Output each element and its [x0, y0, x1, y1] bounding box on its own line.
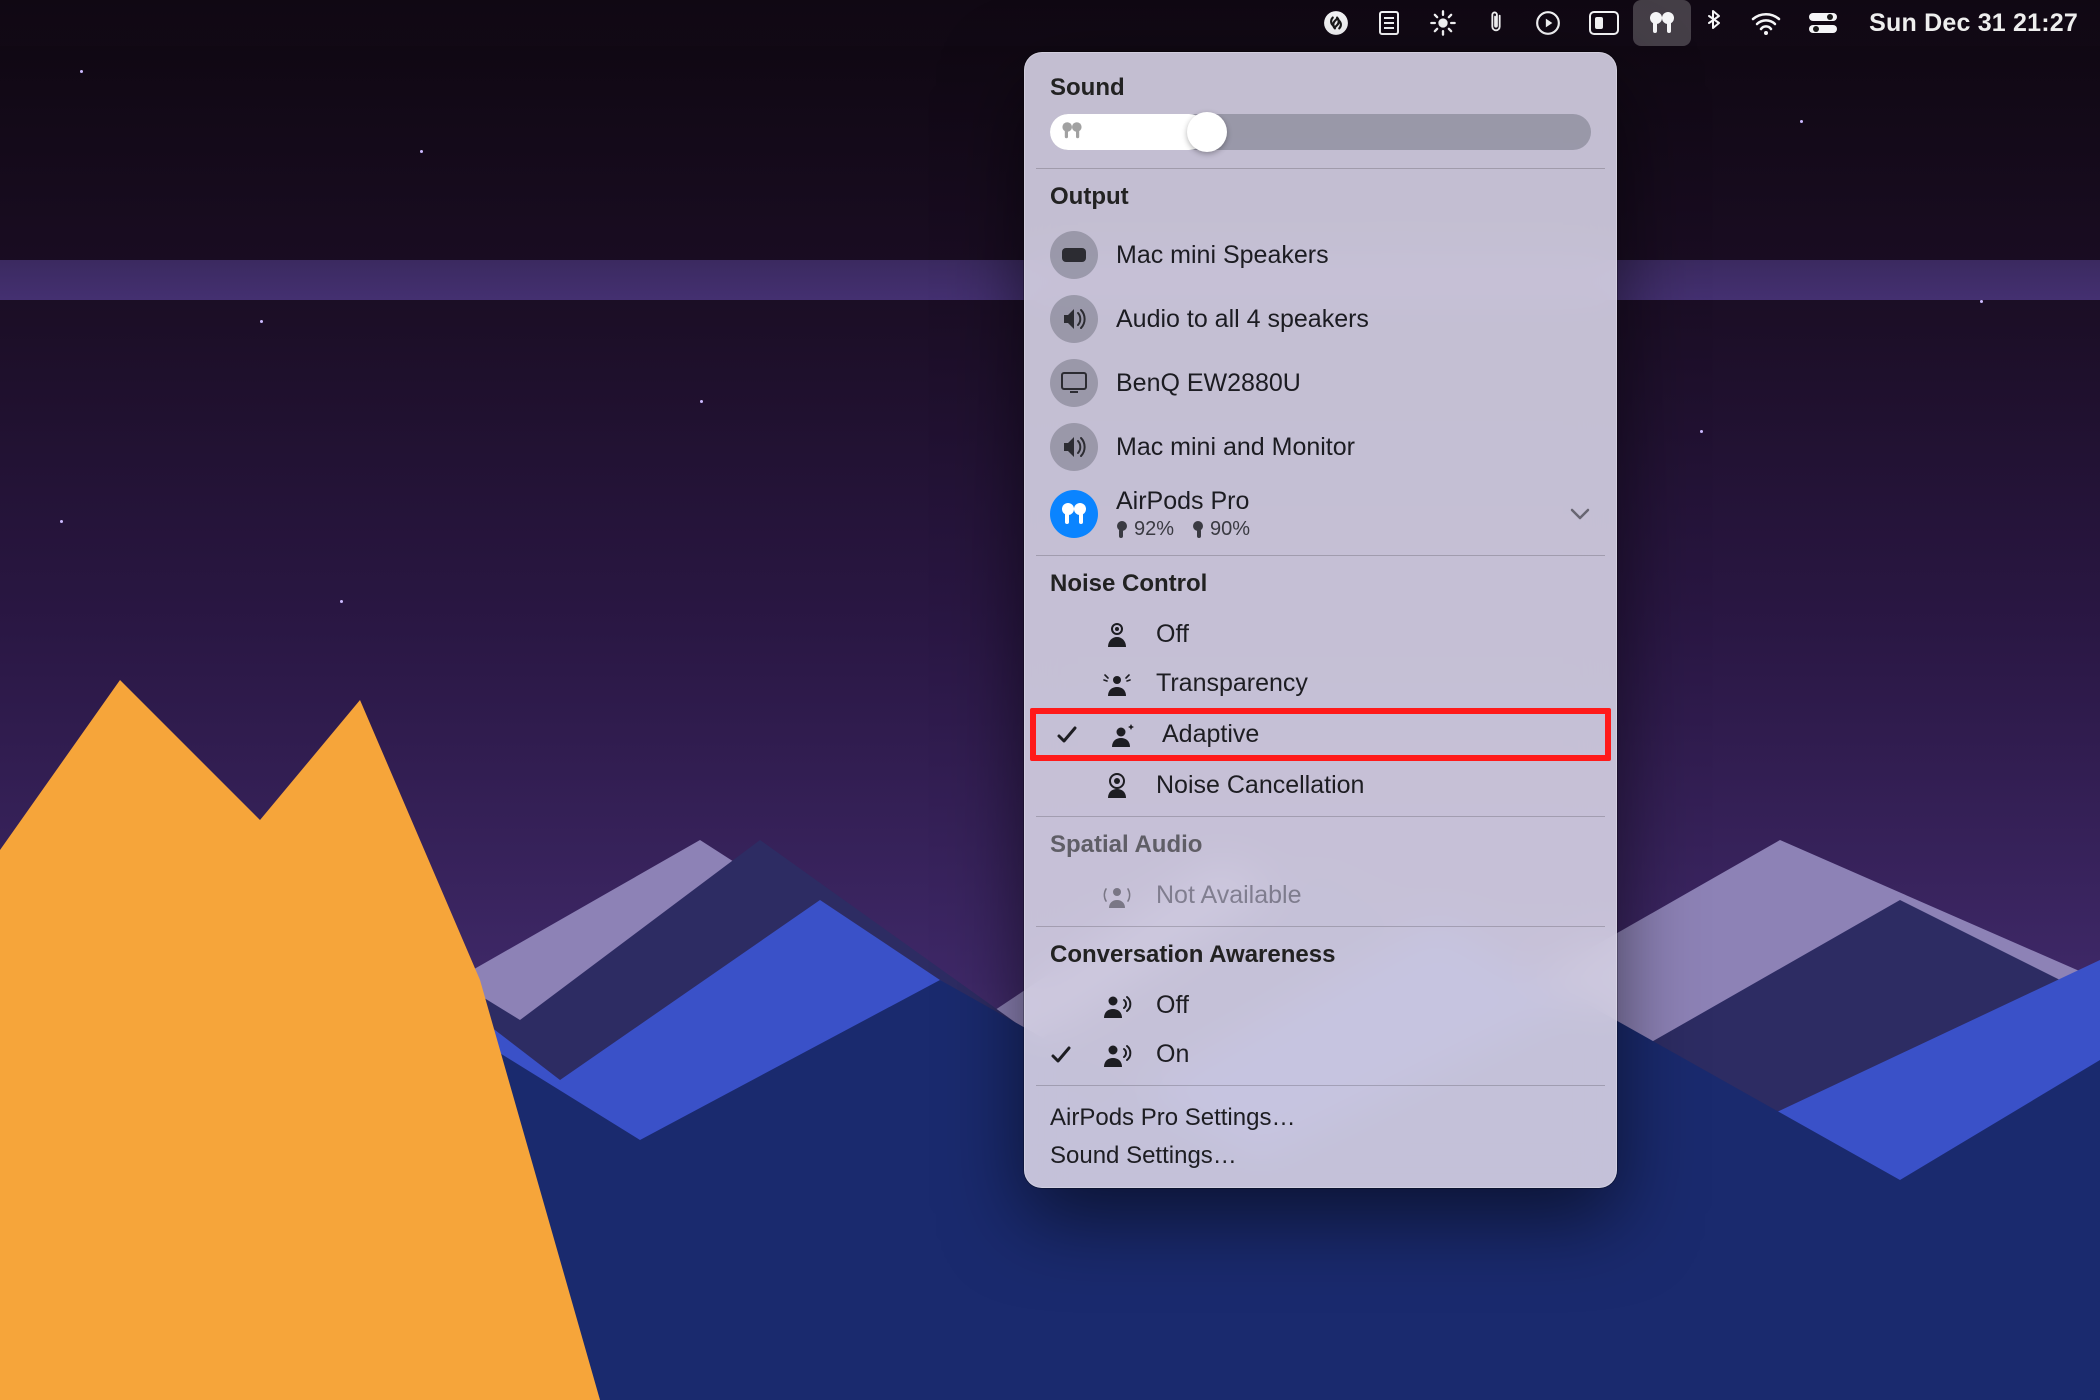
person-waves-icon — [1100, 671, 1134, 697]
checkmark-icon — [1050, 1045, 1078, 1065]
output-device-all-speakers[interactable]: Audio to all 4 speakers — [1024, 287, 1617, 351]
airpod-left-icon — [1116, 521, 1128, 539]
menubar-datetime[interactable]: Sun Dec 31 21:27 — [1851, 9, 2078, 38]
airpods-slider-icon — [1060, 120, 1084, 142]
menubar: Sun Dec 31 21:27 — [0, 0, 2100, 46]
menubar-bluetooth-icon[interactable] — [1691, 0, 1737, 46]
person-sparkle-icon — [1106, 722, 1140, 748]
airpod-right-icon — [1192, 521, 1204, 539]
menubar-paperclip-icon[interactable] — [1471, 0, 1521, 46]
menubar-shazam-icon[interactable] — [1309, 0, 1363, 46]
conversation-awareness-on[interactable]: On — [1024, 1030, 1617, 1079]
noise-option-adaptive[interactable]: Adaptive — [1036, 714, 1605, 755]
output-device-mac-mini-monitor[interactable]: Mac mini and Monitor — [1024, 415, 1617, 479]
noise-option-transparency[interactable]: Transparency — [1024, 659, 1617, 708]
person-speak-icon — [1100, 993, 1134, 1019]
noise-option-cancellation[interactable]: Noise Cancellation — [1024, 761, 1617, 810]
menubar-play-icon[interactable] — [1521, 0, 1575, 46]
menubar-stage-manager-icon[interactable] — [1575, 0, 1633, 46]
airpods-battery: 92% 90% — [1116, 518, 1551, 541]
spatial-icon — [1100, 883, 1134, 909]
person-icon — [1100, 622, 1134, 648]
spatial-audio-not-available: Not Available — [1024, 871, 1617, 920]
output-section-title: Output — [1024, 175, 1617, 223]
adaptive-highlight-annotation: Adaptive — [1030, 708, 1611, 761]
person-circle-icon — [1100, 773, 1134, 799]
output-device-airpods-pro[interactable]: AirPods Pro 92% 90% — [1024, 479, 1617, 549]
checkmark-icon — [1056, 725, 1084, 745]
output-device-benq[interactable]: BenQ EW2880U — [1024, 351, 1617, 415]
person-speak-icon — [1100, 1042, 1134, 1068]
sound-section-title: Sound — [1024, 66, 1617, 114]
spatial-audio-title: Spatial Audio — [1024, 823, 1617, 871]
conversation-awareness-off[interactable]: Off — [1024, 981, 1617, 1030]
airpods-selected-icon — [1050, 490, 1098, 538]
airpods-settings-link[interactable]: AirPods Pro Settings… — [1050, 1104, 1591, 1132]
noise-control-title: Noise Control — [1024, 562, 1617, 610]
sound-popover: Sound Output Mac mini Speakers Audio to … — [1024, 52, 1617, 1188]
conversation-awareness-title: Conversation Awareness — [1024, 933, 1617, 981]
output-device-mac-mini-speakers[interactable]: Mac mini Speakers — [1024, 223, 1617, 287]
volume-slider[interactable] — [1050, 114, 1591, 150]
menubar-wifi-icon[interactable] — [1737, 0, 1795, 46]
chevron-down-icon[interactable] — [1569, 507, 1591, 521]
menubar-notes-icon[interactable] — [1363, 0, 1415, 46]
menubar-control-center-icon[interactable] — [1795, 0, 1851, 46]
sound-settings-link[interactable]: Sound Settings… — [1050, 1142, 1591, 1170]
menubar-brightness-icon[interactable] — [1415, 0, 1471, 46]
menubar-airpods-icon[interactable] — [1633, 0, 1691, 46]
volume-slider-thumb[interactable] — [1187, 112, 1227, 152]
noise-option-off[interactable]: Off — [1024, 610, 1617, 659]
